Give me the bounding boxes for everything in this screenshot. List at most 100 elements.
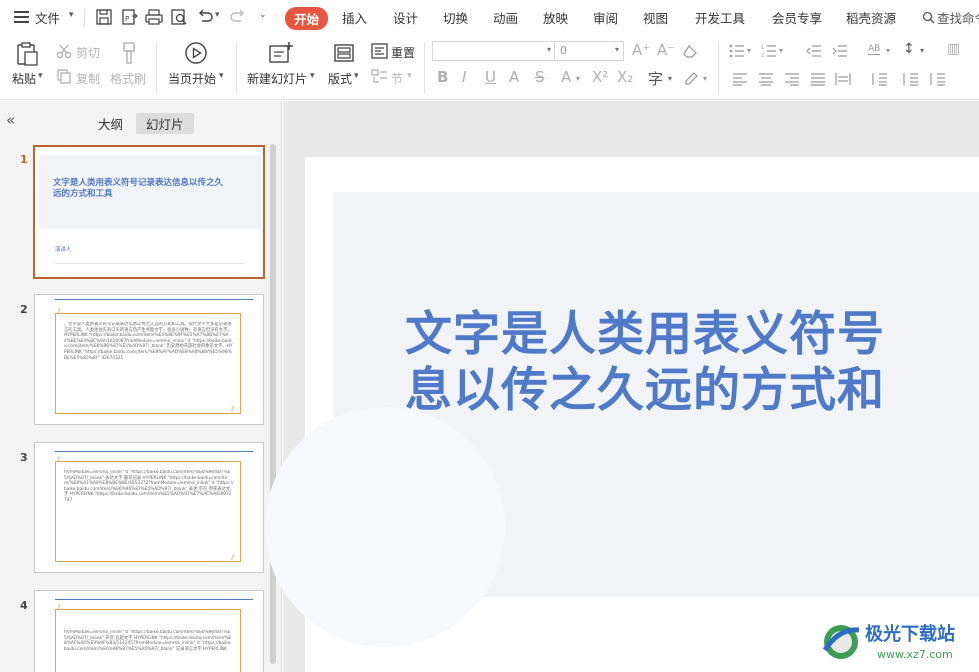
slide-title-line-1: 文字是人类用表义符号 [405,307,885,362]
sort-dropdown-icon[interactable]: ▾ [920,46,924,55]
clear-format-icon[interactable] [683,44,699,58]
undo-icon[interactable] [196,8,214,26]
sort-icon[interactable]: ↕ [903,41,915,57]
layout-dropdown-icon[interactable]: ▾ [354,71,359,81]
phonetic-dropdown-icon[interactable]: ▾ [668,74,672,83]
tab-animations[interactable]: 动画 [493,8,518,27]
section-button[interactable]: 节 [391,70,403,87]
menu-bar: 文件 ▾ P ▾ ⌄ 开始 插入 设计 切换 动画 放映 审阅 视图 开发工具 … [0,0,979,36]
print-preview-icon[interactable] [170,8,188,26]
corner-deco: ⫽ [231,553,235,562]
slide-thumbnail-4[interactable]: fromModule=lemma_inlink" \t "https://bai… [34,590,264,672]
font-color-icon[interactable]: A [561,68,571,86]
undo-dropdown-icon[interactable]: ▾ [215,10,220,20]
tab-slideshow[interactable]: 放映 [543,8,568,27]
site-watermark: 极光下载站 www.xz7.com [817,618,977,670]
slide-number: 4 [20,599,28,612]
cut-icon[interactable] [56,43,72,59]
text-effect-icon[interactable]: A [509,68,519,86]
strikethrough-icon[interactable]: S [535,68,545,86]
save-icon[interactable] [95,8,113,26]
tab-home[interactable]: 开始 [285,7,329,30]
reset-icon[interactable] [371,43,388,59]
section-dropdown-icon[interactable]: ▾ [407,71,412,81]
play-dropdown-icon[interactable]: ▾ [219,71,224,81]
tab-insert[interactable]: 插入 [342,8,367,27]
divider [156,42,157,94]
play-from-current-icon[interactable] [184,41,208,65]
play-from-current-button[interactable]: 当页开始 [168,70,216,87]
tab-slides[interactable]: 幻灯片 [136,113,194,134]
cut-button[interactable]: 剪切 [76,44,100,61]
paste-icon[interactable] [14,41,40,67]
numbered-list-icon[interactable]: 12 [761,44,777,58]
panel-scrollbar[interactable] [270,144,276,664]
font-size-select[interactable]: 0 ▾ [554,41,624,61]
underline-icon[interactable]: U [485,68,496,86]
increase-indent-icon[interactable] [832,44,848,58]
bold-icon[interactable]: B [437,68,448,86]
file-menu[interactable]: 文件 [35,8,60,27]
search-icon[interactable] [922,11,935,24]
tab-review[interactable]: 审阅 [593,8,618,27]
tab-view[interactable]: 视图 [643,8,668,27]
new-slide-icon[interactable] [268,41,294,65]
numbering-dropdown-icon[interactable]: ▾ [779,46,783,55]
tab-outline[interactable]: 大纲 [88,113,133,134]
subscript-icon[interactable]: X₂ [617,68,633,86]
format-painter-icon[interactable] [118,41,140,67]
redo-icon[interactable] [229,8,247,26]
paste-dropdown-icon[interactable]: ▾ [38,71,43,81]
slide-thumbnail-1[interactable]: 文字是人类用表义符号记录表达信息以传之久远的方式和工具 演讲人 [33,145,265,279]
highlight-dropdown-icon[interactable]: ▾ [703,74,707,83]
slide-thumbnail-2[interactable]: 。文字是人类用表义符号记录表达信息以传之久远的方式和工具。现代文字大多是记录语言… [34,294,264,425]
alignment-icons[interactable] [733,72,963,86]
new-slide-dropdown-icon[interactable]: ▾ [310,71,315,81]
tab-docer[interactable]: 稻壳资源 [846,8,896,27]
increase-font-icon[interactable]: A⁺ [632,41,650,59]
collapse-panel-icon[interactable]: « [6,111,15,129]
svg-text:P: P [125,15,129,23]
export-pdf-icon[interactable]: P [120,8,138,26]
svg-text:1: 1 [761,45,764,51]
search-command-label[interactable]: 查找命令 [937,8,979,27]
phonetic-guide-icon[interactable]: 字 [648,68,663,89]
reset-button[interactable]: 重置 [391,44,415,61]
bullet-list-icon[interactable] [729,44,745,58]
tab-developer[interactable]: 开发工具 [695,8,745,27]
brand-logo-icon [822,625,860,659]
slide-thumbnail-3[interactable]: fromModule=lemma_inlink" \t "https://bai… [34,442,264,573]
superscript-icon[interactable]: X² [592,68,608,86]
divider [236,42,237,94]
layout-button[interactable]: 版式 [328,70,352,87]
decorative-circle [265,407,505,647]
tab-member[interactable]: 会员专享 [772,8,822,27]
current-slide[interactable]: 文字是人类用表义符号 息以传之久远的方式和 [265,157,979,672]
highlight-icon[interactable] [682,71,700,85]
tab-design[interactable]: 设计 [393,8,418,27]
chevron-down-icon[interactable]: ▾ [69,10,74,20]
hamburger-menu-icon[interactable] [14,11,29,23]
print-icon[interactable] [145,8,163,26]
text-box-icon[interactable]: AB [868,44,881,55]
slide-title[interactable]: 文字是人类用表义符号 息以传之久远的方式和 [405,307,885,419]
format-painter-button[interactable]: 格式刷 [110,70,146,87]
decrease-font-icon[interactable]: A⁻ [657,41,675,59]
text-box-dropdown-icon[interactable]: ▾ [886,46,890,55]
ribbon-toolbar: 粘贴 ▾ 剪切 复制 格式刷 当页开始 ▾ 新建幻灯片 ▾ 版式 ▾ 重置 节 … [0,36,979,100]
tab-transitions[interactable]: 切换 [443,8,468,27]
decrease-indent-icon[interactable] [806,44,822,58]
paste-button[interactable]: 粘贴 [12,70,36,87]
copy-icon[interactable] [56,68,72,84]
copy-button[interactable]: 复制 [76,70,100,87]
section-icon[interactable] [371,68,388,84]
font-family-select[interactable]: ▾ [432,41,556,61]
italic-icon[interactable]: I [462,68,466,86]
bullet-dropdown-icon[interactable]: ▾ [747,46,751,55]
layout-icon[interactable] [333,43,355,63]
new-slide-button[interactable]: 新建幻灯片 [247,70,307,87]
content-frame: 。文字是人类用表义符号记录表达信息以传之久远的方式和工具。现代文字大多是记录语言… [55,313,241,414]
columns-icon[interactable]: ▥ [947,41,960,57]
font-color-dropdown-icon[interactable]: ▾ [576,74,580,83]
customize-toolbar-icon[interactable]: ⌄ [259,10,267,20]
